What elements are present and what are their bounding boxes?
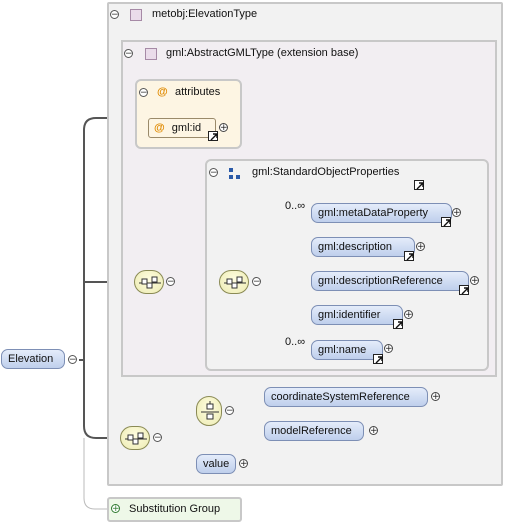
reference-arrow-icon	[459, 285, 469, 295]
reference-arrow-icon	[414, 180, 424, 190]
expand-element-toggle[interactable]: +	[384, 344, 393, 354]
element-label: gml:metaDataProperty	[318, 207, 429, 219]
element-coordinate-system-reference[interactable]: coordinateSystemReference	[264, 387, 428, 407]
occurrence-label: 0..∞	[285, 336, 306, 348]
expand-element-toggle[interactable]: +	[470, 276, 479, 286]
element-elevation[interactable]: Elevation	[1, 349, 65, 369]
collapse-type-toggle[interactable]: −	[110, 10, 119, 20]
collapse-sequence-toggle[interactable]: −	[252, 277, 261, 287]
extension-type-icon	[145, 48, 157, 60]
expand-element-toggle[interactable]: +	[452, 208, 461, 218]
expand-element-toggle[interactable]: +	[416, 242, 425, 252]
expand-element-toggle[interactable]: +	[369, 426, 378, 436]
sequence-compositor-icon[interactable]	[120, 426, 150, 450]
substitution-label: Substitution Group	[129, 503, 221, 515]
collapse-choice-toggle[interactable]: −	[225, 406, 234, 416]
element-label: gml:description	[318, 241, 392, 253]
expand-attribute-toggle[interactable]: +	[219, 123, 228, 133]
collapse-sequence-toggle[interactable]: −	[153, 433, 162, 443]
group-title: gml:StandardObjectProperties	[252, 166, 400, 178]
group-icon	[228, 167, 242, 181]
element-label: gml:name	[318, 344, 367, 356]
attribute-gml-id[interactable]: @ gml:id	[148, 118, 216, 138]
collapse-attributes-toggle[interactable]: −	[139, 88, 148, 98]
reference-arrow-icon	[404, 251, 414, 261]
element-label: coordinateSystemReference	[271, 391, 410, 403]
attribute-icon: @	[157, 86, 168, 98]
reference-arrow-icon	[393, 319, 403, 329]
element-metadata-property[interactable]: gml:metaDataProperty	[311, 203, 452, 223]
type-title: metobj:ElevationType	[152, 8, 258, 20]
element-label: gml:descriptionReference	[318, 275, 443, 287]
element-label: gml:identifier	[318, 309, 381, 321]
element-value[interactable]: value	[196, 454, 236, 474]
element-description-reference[interactable]: gml:descriptionReference	[311, 271, 469, 291]
attribute-label: gml:id	[171, 122, 202, 134]
extension-title: gml:AbstractGMLType (extension base)	[166, 47, 359, 59]
collapse-group-toggle[interactable]: −	[209, 168, 218, 178]
sequence-compositor-icon[interactable]	[134, 270, 164, 294]
expand-element-toggle[interactable]: +	[239, 459, 248, 469]
attribute-icon: @	[154, 122, 165, 134]
collapse-extension-toggle[interactable]: −	[124, 49, 133, 59]
collapse-sequence-toggle[interactable]: −	[166, 277, 175, 287]
reference-arrow-icon	[441, 217, 451, 227]
element-model-reference[interactable]: modelReference	[264, 421, 364, 441]
expand-substitution-toggle[interactable]: +	[111, 504, 120, 514]
substitution-group[interactable]: + Substitution Group	[107, 497, 242, 522]
element-identifier[interactable]: gml:identifier	[311, 305, 403, 325]
reference-arrow-icon	[208, 131, 218, 141]
element-label: value	[203, 458, 230, 470]
element-label: Elevation	[8, 353, 54, 365]
reference-arrow-icon	[373, 354, 383, 364]
occurrence-label: 0..∞	[285, 200, 306, 212]
choice-compositor-icon[interactable]	[196, 396, 222, 426]
element-label: modelReference	[271, 425, 352, 437]
expand-element-toggle[interactable]: +	[431, 392, 440, 402]
sequence-compositor-icon[interactable]	[219, 270, 249, 294]
attributes-title: attributes	[175, 86, 221, 98]
collapse-root-toggle[interactable]: −	[68, 355, 77, 365]
element-description[interactable]: gml:description	[311, 237, 415, 257]
complex-type-icon	[130, 9, 142, 21]
expand-element-toggle[interactable]: +	[404, 310, 413, 320]
